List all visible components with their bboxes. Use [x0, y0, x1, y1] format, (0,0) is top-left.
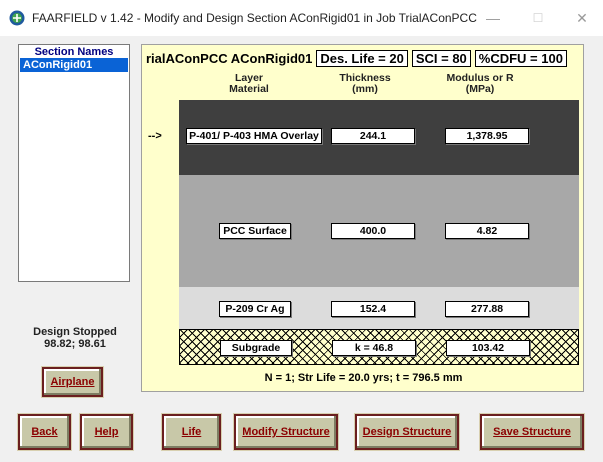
- help-button[interactable]: Help: [79, 413, 134, 451]
- structure-panel: rialAConPCC AConRigid01 Des. Life = 20 S…: [141, 44, 584, 392]
- minimize-button[interactable]: —: [473, 6, 513, 30]
- layer-thickness-cell[interactable]: 400.0: [331, 223, 415, 239]
- layer-thickness-cell[interactable]: 152.4: [331, 301, 415, 317]
- title-bar: FAARFIELD v 1.42 - Modify and Design Sec…: [0, 0, 603, 36]
- modify-structure-button-label: Modify Structure: [242, 426, 330, 438]
- layer-modulus-cell[interactable]: 1,378.95: [445, 128, 529, 144]
- maximize-button[interactable]: ☐: [518, 6, 558, 30]
- column-header-modulus: Modulus or R (MPa): [446, 72, 514, 95]
- layer-thickness-cell[interactable]: 244.1: [331, 128, 415, 144]
- structure-summary: N = 1; Str Life = 20.0 yrs; t = 796.5 mm: [264, 372, 463, 384]
- layer-material-cell[interactable]: Subgrade: [220, 340, 292, 356]
- section-list-item[interactable]: AConRigid01: [20, 58, 128, 72]
- faarfield-app-icon: [9, 10, 25, 26]
- layer-material-cell[interactable]: P-209 Cr Ag: [219, 301, 291, 317]
- layer-modulus-cell[interactable]: 277.88: [445, 301, 529, 317]
- layer-hma-overlay[interactable]: P-401/ P-403 HMA Overlay 244.1 1,378.95: [179, 100, 579, 175]
- airplane-button-label: Airplane: [50, 376, 95, 388]
- layer-pcc-surface[interactable]: PCC Surface 400.0 4.82: [179, 175, 579, 287]
- modify-structure-button[interactable]: Modify Structure: [233, 413, 339, 451]
- life-button[interactable]: Life: [161, 413, 222, 451]
- back-button[interactable]: Back: [17, 413, 72, 451]
- layer-material-cell[interactable]: PCC Surface: [219, 223, 291, 239]
- section-names-list[interactable]: Section Names AConRigid01: [18, 44, 130, 282]
- layer-modulus-cell[interactable]: 4.82: [445, 223, 529, 239]
- life-button-label: Life: [181, 426, 202, 438]
- design-status-label: Design Stopped: [33, 326, 117, 338]
- layer-material-cell[interactable]: P-401/ P-403 HMA Overlay: [186, 128, 322, 144]
- column-header-material: Layer Material: [229, 72, 269, 95]
- current-layer-arrow: -->: [148, 130, 162, 142]
- save-structure-button-label: Save Structure: [493, 426, 571, 438]
- job-section-label: rialAConPCC AConRigid01: [146, 51, 313, 66]
- back-button-label: Back: [31, 426, 58, 438]
- airplane-button[interactable]: Airplane: [41, 366, 104, 398]
- layer-subgrade[interactable]: Subgrade k = 46.8 103.42: [179, 329, 579, 365]
- design-life-box[interactable]: Des. Life = 20: [316, 50, 408, 67]
- cdfu-box[interactable]: %CDFU = 100: [474, 50, 567, 67]
- window-title: FAARFIELD v 1.42 - Modify and Design Sec…: [32, 11, 477, 25]
- design-status-values: 98.82; 98.61: [44, 338, 106, 350]
- design-structure-button[interactable]: Design Structure: [354, 413, 460, 451]
- panel-header: rialAConPCC AConRigid01 Des. Life = 20 S…: [146, 50, 567, 67]
- help-button-label: Help: [94, 426, 119, 438]
- sci-box[interactable]: SCI = 80: [411, 50, 471, 67]
- design-status: Design Stopped 98.82; 98.61: [20, 326, 130, 350]
- section-names-header: Section Names: [34, 46, 114, 58]
- layer-modulus-cell[interactable]: 103.42: [446, 340, 530, 356]
- column-header-thickness: Thickness (mm): [339, 72, 391, 95]
- layer-thickness-cell[interactable]: k = 46.8: [332, 340, 416, 356]
- save-structure-button[interactable]: Save Structure: [479, 413, 585, 451]
- close-button[interactable]: ✕: [562, 6, 602, 30]
- design-structure-button-label: Design Structure: [362, 426, 452, 438]
- layer-p209-cr-ag[interactable]: P-209 Cr Ag 152.4 277.88: [179, 287, 579, 329]
